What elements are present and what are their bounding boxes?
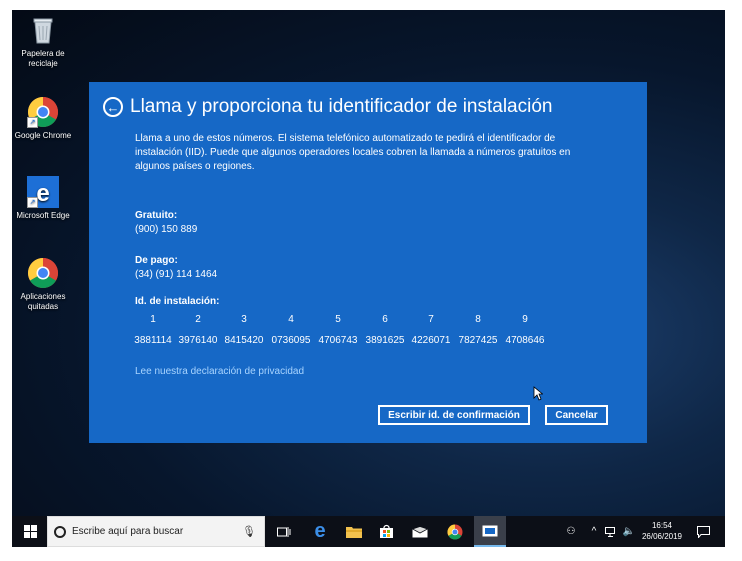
edge-taskbar-icon[interactable]: e bbox=[304, 516, 336, 547]
iid-block-value: 3881114 bbox=[134, 335, 172, 346]
desktop-screen: Papelera de reciclaje ↗ Google Chrome e … bbox=[12, 10, 725, 547]
chrome-taskbar-icon[interactable] bbox=[439, 516, 471, 547]
chevron-up-icon[interactable]: ^ bbox=[586, 516, 602, 547]
people-icon[interactable]: ⚇ bbox=[561, 516, 581, 547]
desktop-icon-removed-apps[interactable]: Aplicaciones quitadas bbox=[12, 257, 74, 312]
shortcut-arrow-icon: ↗ bbox=[27, 117, 38, 128]
desktop-icon-label: Microsoft Edge bbox=[16, 211, 70, 220]
task-view-icon[interactable] bbox=[268, 516, 300, 547]
desktop-icon-label: Aplicaciones quitadas bbox=[20, 292, 66, 311]
iid-column-header: 8 bbox=[475, 314, 481, 325]
paid-number-value: (34) (91) 114 1464 bbox=[135, 269, 218, 280]
dialog-description: Llama a uno de estos números. El sistema… bbox=[135, 133, 571, 172]
desktop-icon-label: Google Chrome bbox=[14, 131, 72, 140]
taskbar: Escribe aquí para buscar 🎙 e ⚇ ^ 🔈 16:54… bbox=[12, 516, 725, 547]
store-icon[interactable] bbox=[370, 516, 402, 547]
cancel-button[interactable]: Cancelar bbox=[545, 405, 608, 425]
file-explorer-icon[interactable] bbox=[338, 516, 370, 547]
iid-block-value: 4706743 bbox=[318, 335, 358, 346]
installation-id-label: Id. de instalación: bbox=[135, 296, 220, 307]
iid-column-header: 5 bbox=[335, 314, 341, 325]
iid-column-header: 7 bbox=[428, 314, 434, 325]
iid-block-value: 8415420 bbox=[224, 335, 264, 346]
iid-column-header: 6 bbox=[382, 314, 388, 325]
back-arrow-icon[interactable]: ← bbox=[103, 97, 123, 117]
iid-block-value: 0736095 bbox=[271, 335, 311, 346]
cortana-circle-icon bbox=[54, 525, 66, 538]
clock-time: 16:54 bbox=[651, 521, 673, 530]
privacy-statement-link[interactable]: Lee nuestra declaración de privacidad bbox=[135, 366, 304, 377]
free-number-value: (900) 150 889 bbox=[135, 224, 198, 235]
recycle-bin-icon bbox=[27, 14, 59, 46]
shortcut-arrow-icon: ↗ bbox=[27, 197, 38, 208]
iid-column-header: 2 bbox=[195, 314, 201, 325]
action-center-icon[interactable] bbox=[690, 516, 716, 547]
iid-column-header: 1 bbox=[150, 314, 156, 325]
dialog-title: Llama y proporciona tu identificador de … bbox=[130, 96, 553, 117]
taskbar-clock[interactable]: 16:54 26/06/2019 bbox=[640, 520, 684, 542]
desktop-icon-recycle-bin[interactable]: Papelera de reciclaje bbox=[12, 14, 74, 69]
iid-block-value: 4226071 bbox=[411, 335, 451, 346]
mail-icon[interactable] bbox=[404, 516, 436, 547]
iid-column-header: 4 bbox=[288, 314, 294, 325]
chrome-icon: ↗ bbox=[27, 96, 59, 128]
iid-block-value: 4708646 bbox=[505, 335, 545, 346]
svg-text:e: e bbox=[36, 180, 49, 207]
dialog-header: ← Llama y proporciona tu identificador d… bbox=[103, 96, 552, 118]
clock-date: 26/06/2019 bbox=[641, 532, 683, 541]
microphone-icon[interactable]: 🎙 bbox=[242, 525, 256, 538]
activation-dialog: ← Llama y proporciona tu identificador d… bbox=[89, 82, 647, 443]
desktop-icon-label: Papelera de reciclaje bbox=[21, 49, 65, 68]
network-icon[interactable] bbox=[602, 516, 620, 547]
taskbar-search-box[interactable]: Escribe aquí para buscar 🎙 bbox=[47, 516, 265, 547]
iid-block-value: 7827425 bbox=[458, 335, 498, 346]
desktop-icon-microsoft-edge[interactable]: e ↗ Microsoft Edge bbox=[12, 176, 74, 221]
active-window-taskbar-icon[interactable] bbox=[474, 516, 506, 547]
mouse-cursor-icon bbox=[533, 386, 544, 406]
free-number-label: Gratuito: bbox=[135, 210, 178, 221]
search-placeholder: Escribe aquí para buscar bbox=[72, 526, 184, 537]
iid-block-value: 3891625 bbox=[365, 335, 405, 346]
iid-column-header: 9 bbox=[522, 314, 528, 325]
edge-icon: e ↗ bbox=[27, 176, 59, 208]
volume-icon[interactable]: 🔈 bbox=[620, 516, 638, 547]
chrome-icon bbox=[27, 257, 59, 289]
iid-column-header: 3 bbox=[241, 314, 247, 325]
desktop-icon-google-chrome[interactable]: ↗ Google Chrome bbox=[12, 96, 74, 141]
windows-start-icon[interactable] bbox=[14, 516, 46, 547]
enter-confirmation-id-button[interactable]: Escribir id. de confirmación bbox=[378, 405, 530, 425]
paid-number-label: De pago: bbox=[135, 255, 178, 266]
iid-block-value: 3976140 bbox=[178, 335, 218, 346]
